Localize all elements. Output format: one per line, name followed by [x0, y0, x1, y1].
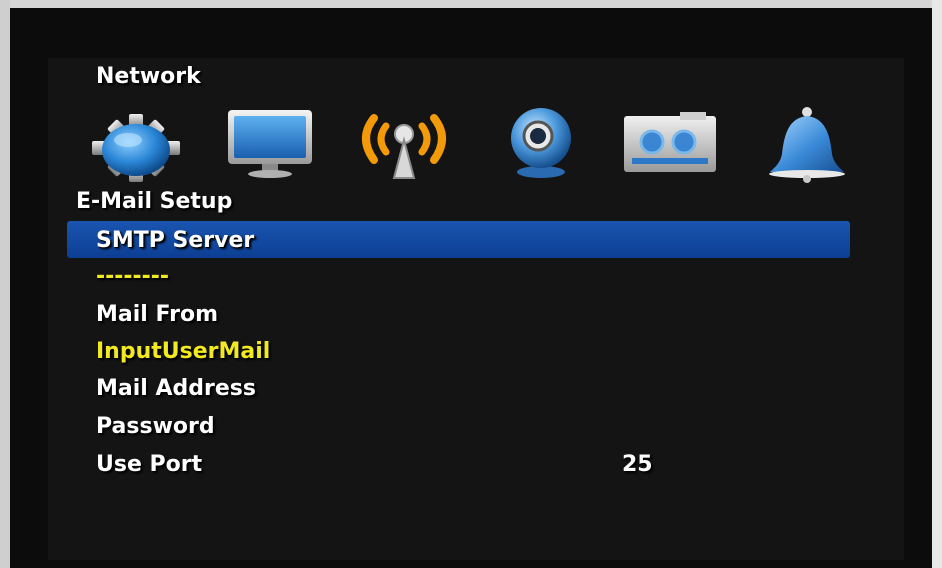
smtp-server-value[interactable]: --------: [96, 264, 169, 289]
webcam-icon[interactable]: [498, 106, 584, 180]
mail-from-value[interactable]: InputUserMail: [96, 339, 270, 364]
use-port-value[interactable]: 25: [622, 452, 653, 477]
password-item[interactable]: Password: [96, 414, 215, 439]
gear-icon[interactable]: [86, 110, 186, 186]
recorder-icon[interactable]: [620, 112, 720, 176]
category-icon-bar: [0, 0, 942, 200]
wireless-signal-icon[interactable]: [352, 106, 456, 182]
section-title: E-Mail Setup: [76, 189, 233, 214]
smtp-server-item[interactable]: SMTP Server: [96, 228, 254, 253]
monitor-icon[interactable]: [226, 108, 316, 180]
mail-address-item[interactable]: Mail Address: [96, 376, 256, 401]
bell-icon[interactable]: [764, 106, 850, 184]
mail-from-item[interactable]: Mail From: [96, 302, 218, 327]
use-port-item[interactable]: Use Port: [96, 452, 202, 477]
